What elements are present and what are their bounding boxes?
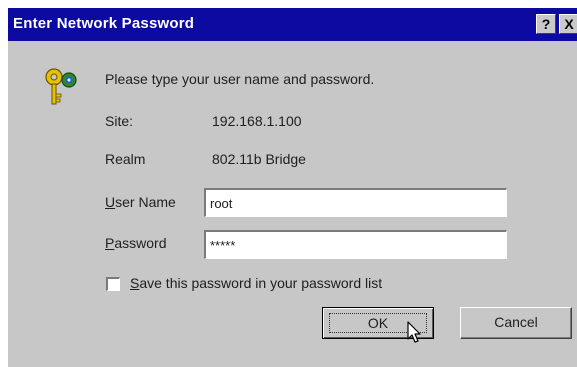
realm-label: Realm — [105, 151, 146, 167]
keys-icon — [45, 68, 77, 105]
help-button[interactable]: ? — [536, 14, 556, 34]
save-password-accelerator: S — [130, 275, 140, 291]
cancel-button[interactable]: Cancel — [460, 307, 572, 339]
save-password-checkbox[interactable] — [106, 277, 120, 291]
password-label: Password — [105, 235, 166, 251]
dialog-body: Please type your user name and password.… — [8, 41, 577, 367]
save-password-label[interactable]: Save this password in your password list — [130, 275, 382, 291]
close-button[interactable]: X — [559, 14, 577, 34]
title-bar[interactable]: Enter Network Password ? X — [8, 8, 577, 41]
network-password-dialog: Enter Network Password ? X Please type y… — [0, 0, 577, 367]
password-input[interactable] — [204, 230, 507, 259]
site-label: Site: — [105, 113, 134, 129]
save-password-label-rest: ave this password in your password list — [139, 275, 383, 291]
dialog-title: Enter Network Password — [13, 15, 195, 32]
site-value: 192.168.1.100 — [212, 113, 302, 129]
password-label-rest: assword — [114, 235, 167, 251]
username-input[interactable] — [204, 188, 507, 217]
mouse-cursor-icon — [407, 321, 421, 343]
username-label: User Name — [105, 194, 176, 210]
prompt-text: Please type your user name and password. — [105, 71, 375, 87]
realm-value: 802.11b Bridge — [212, 151, 306, 167]
username-label-rest: ser Name — [115, 194, 176, 210]
username-label-accelerator: U — [105, 194, 116, 210]
password-label-accelerator: P — [105, 235, 115, 251]
